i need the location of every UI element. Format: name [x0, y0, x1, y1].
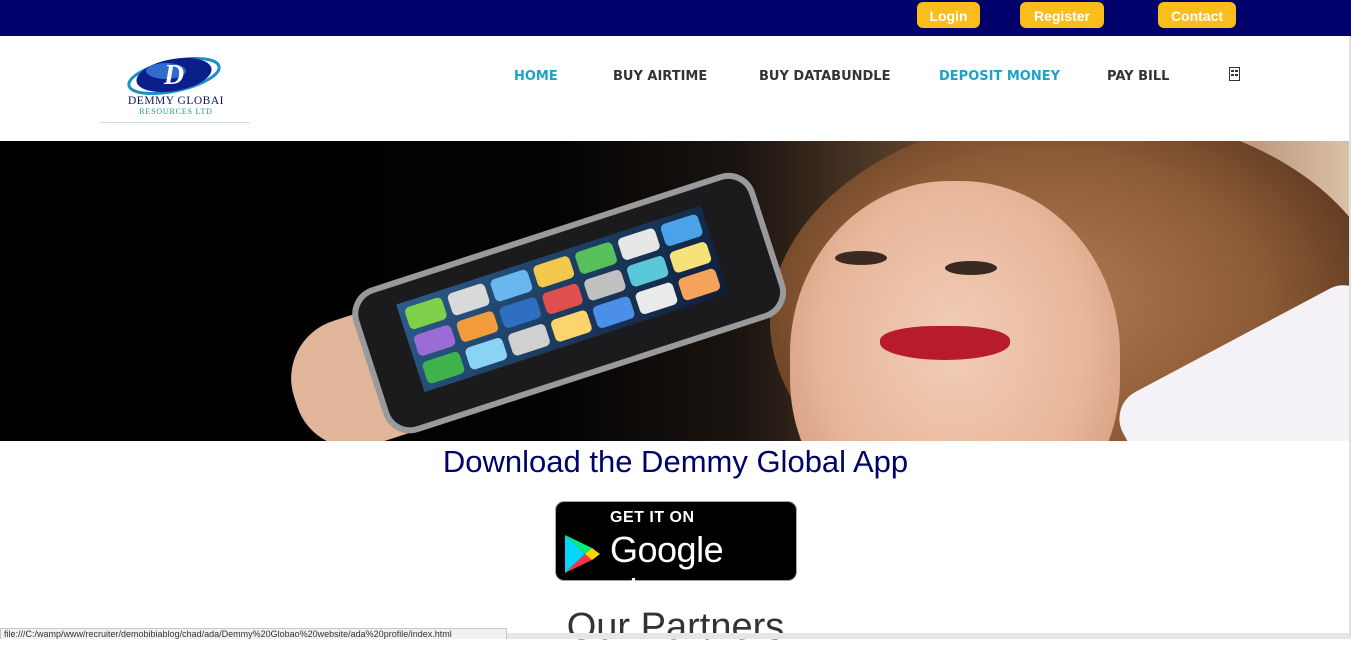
- site-header: D DEMMY GLOBAI RESOURCES LTD HOME BUY AI…: [0, 36, 1351, 141]
- nav-home[interactable]: HOME: [514, 69, 558, 84]
- google-play-top-text: GET IT ON: [610, 509, 695, 526]
- menu-toggle-icon[interactable]: [1229, 67, 1240, 81]
- nav-buy-airtime[interactable]: BUY AIRTIME: [613, 69, 707, 84]
- smartphone-image: [345, 165, 794, 441]
- nav-deposit-money[interactable]: DEPOSIT MONEY: [939, 69, 1060, 84]
- logo-underline: [100, 122, 250, 123]
- phone-screen: [396, 205, 729, 393]
- register-button[interactable]: Register: [1020, 2, 1104, 28]
- logo-name: DEMMY GLOBAI: [128, 95, 224, 107]
- hero-right-eye: [945, 261, 997, 275]
- status-bar-url: file:///C:/wamp/www/recruiter/demobibiab…: [0, 628, 507, 639]
- company-logo[interactable]: D DEMMY GLOBAI RESOURCES LTD: [96, 53, 256, 125]
- nav-buy-databundle[interactable]: BUY DATABUNDLE: [759, 69, 890, 84]
- contact-button[interactable]: Contact: [1158, 2, 1236, 28]
- google-play-icon: [565, 535, 600, 573]
- hero-left-eye: [835, 251, 887, 265]
- nav-pay-bill[interactable]: PAY BILL: [1107, 69, 1169, 84]
- google-play-main-text: Google play: [610, 529, 724, 612]
- hero-lips: [880, 326, 1010, 360]
- download-app-heading: Download the Demmy Global App: [442, 444, 909, 479]
- login-button[interactable]: Login: [917, 2, 980, 28]
- logo-emblem-icon: D: [127, 56, 221, 95]
- hero-banner-image: [0, 141, 1349, 441]
- top-bar: Login Register Contact: [0, 0, 1351, 36]
- logo-subtitle: RESOURCES LTD: [139, 107, 213, 116]
- horizontal-scrollbar[interactable]: [507, 633, 1351, 639]
- logo-letter: D: [163, 60, 184, 91]
- google-play-badge[interactable]: GET IT ON Google play: [555, 501, 797, 612]
